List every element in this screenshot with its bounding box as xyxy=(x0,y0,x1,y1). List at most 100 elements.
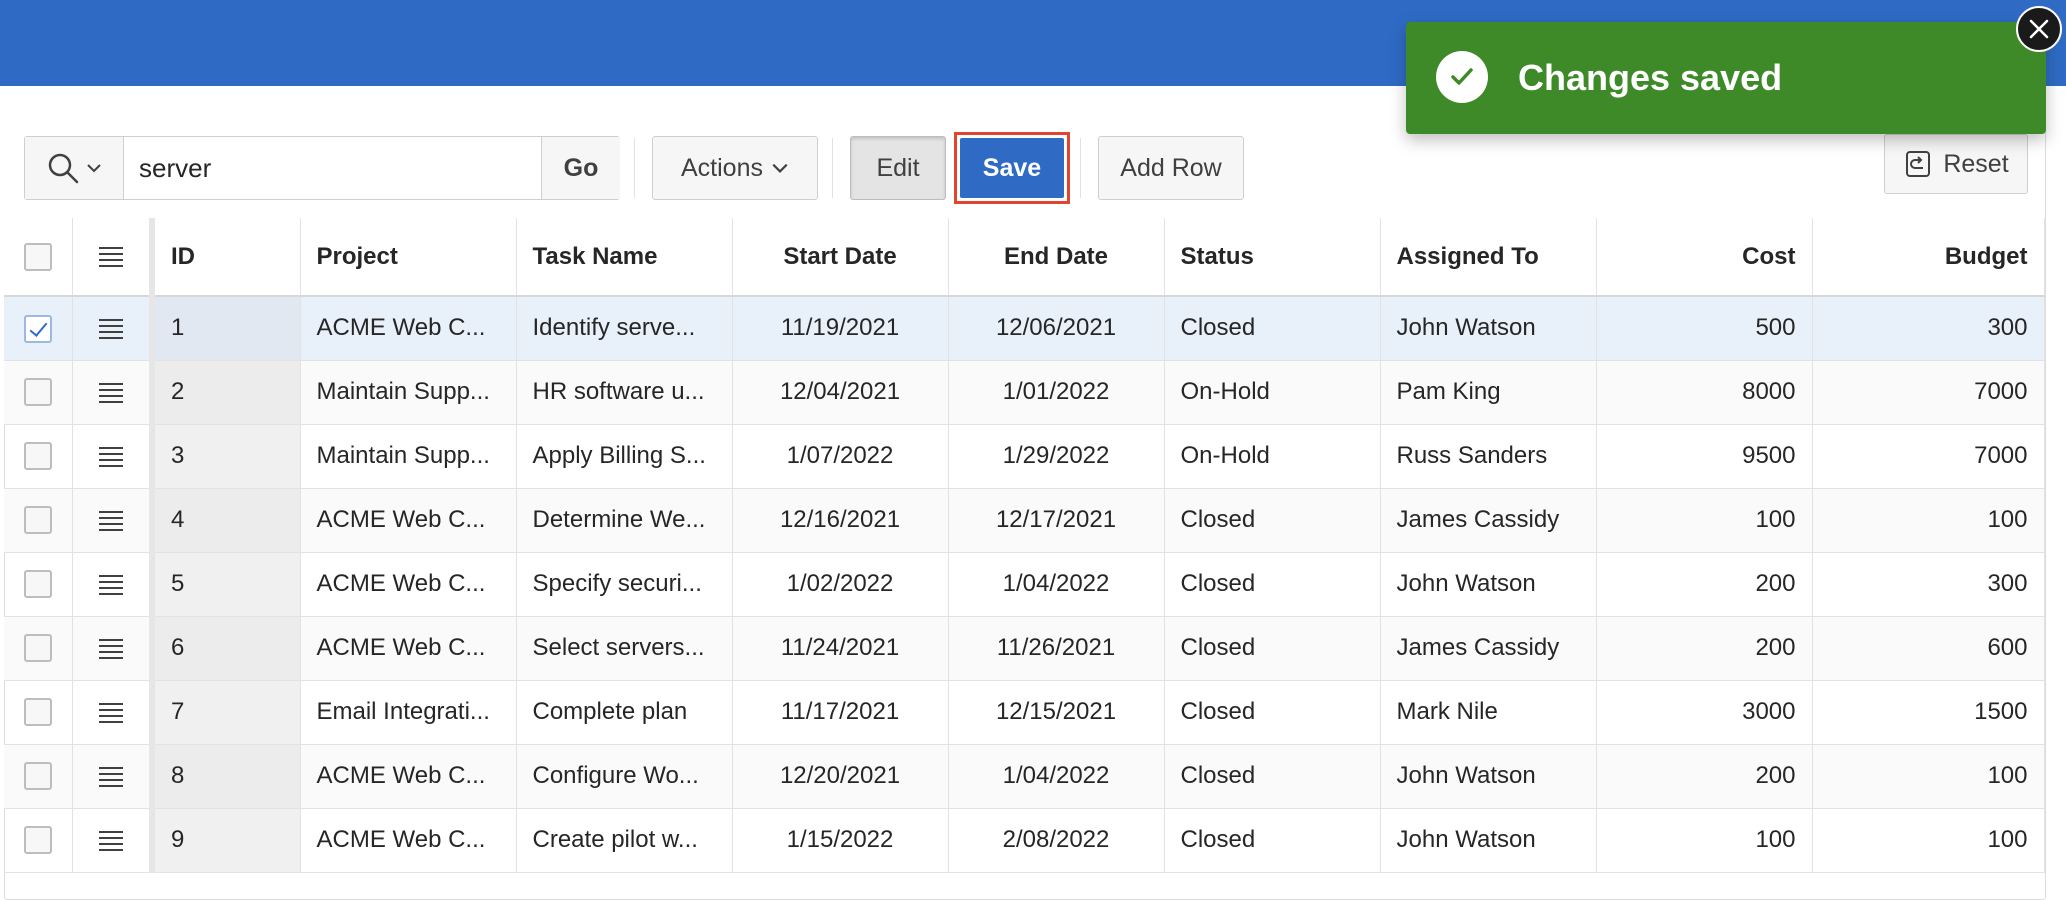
table-row[interactable]: 1 ACME Web C... Identify serve... 11/19/202… xyxy=(4,296,2045,361)
cell-task-name[interactable]: Specify securi... xyxy=(516,552,733,617)
cell-task-name[interactable]: Determine We... xyxy=(516,488,733,553)
cell-assigned-to[interactable]: Russ Sanders xyxy=(1380,424,1597,489)
cell-project[interactable]: ACME Web C... xyxy=(300,296,517,361)
row-checkbox[interactable] xyxy=(23,314,52,343)
cell-assigned-to[interactable]: John Watson xyxy=(1380,552,1597,617)
cell-project[interactable]: Maintain Supp... xyxy=(300,360,517,425)
cell-cost[interactable]: 9500 xyxy=(1596,424,1813,489)
close-icon[interactable] xyxy=(2016,6,2062,52)
row-actions-cell[interactable] xyxy=(72,360,155,425)
row-actions-cell[interactable] xyxy=(72,424,155,489)
cell-task-name[interactable]: Complete plan xyxy=(516,680,733,745)
cell-end-date[interactable]: 1/01/2022 xyxy=(948,360,1165,425)
cell-end-date[interactable]: 11/26/2021 xyxy=(948,616,1165,681)
cell-end-date[interactable]: 2/08/2022 xyxy=(948,808,1165,873)
search-column-button[interactable] xyxy=(25,137,124,199)
row-actions-cell[interactable] xyxy=(72,680,155,745)
cell-status[interactable]: Closed xyxy=(1164,744,1381,809)
cell-budget[interactable]: 7000 xyxy=(1812,360,2045,425)
cell-budget[interactable]: 100 xyxy=(1812,808,2045,873)
column-header-status[interactable]: Status xyxy=(1164,218,1381,297)
cell-task-name[interactable]: HR software u... xyxy=(516,360,733,425)
search-input[interactable] xyxy=(125,137,541,199)
reset-button[interactable]: Reset xyxy=(1884,134,2028,194)
column-header-assigned-to[interactable]: Assigned To xyxy=(1380,218,1597,297)
cell-end-date[interactable]: 1/04/2022 xyxy=(948,552,1165,617)
row-actions-cell[interactable] xyxy=(72,744,155,809)
cell-task-name[interactable]: Configure Wo... xyxy=(516,744,733,809)
table-row[interactable]: 4 ACME Web C... Determine We... 12/16/2021 1… xyxy=(4,488,2045,553)
row-select-cell[interactable] xyxy=(4,488,73,553)
cell-status[interactable]: On-Hold xyxy=(1164,360,1381,425)
cell-end-date[interactable]: 1/29/2022 xyxy=(948,424,1165,489)
cell-start-date[interactable]: 11/17/2021 xyxy=(732,680,949,745)
row-actions-cell[interactable] xyxy=(72,296,155,361)
cell-project[interactable]: Maintain Supp... xyxy=(300,424,517,489)
cell-budget[interactable]: 7000 xyxy=(1812,424,2045,489)
table-row[interactable]: 3 Maintain Supp... Apply Billing S... 1/07/… xyxy=(4,424,2045,489)
cell-assigned-to[interactable]: James Cassidy xyxy=(1380,488,1597,553)
cell-status[interactable]: Closed xyxy=(1164,680,1381,745)
table-row[interactable]: 2 Maintain Supp... HR software u... 12/04/2… xyxy=(4,360,2045,425)
row-actions-cell[interactable] xyxy=(72,808,155,873)
row-actions-cell[interactable] xyxy=(72,616,155,681)
row-checkbox[interactable] xyxy=(23,762,52,791)
actions-menu-button[interactable]: Actions xyxy=(652,136,818,200)
cell-start-date[interactable]: 11/19/2021 xyxy=(732,296,949,361)
cell-assigned-to[interactable]: John Watson xyxy=(1380,808,1597,873)
table-row[interactable]: 6 ACME Web C... Select servers... 11/24/202… xyxy=(4,616,2045,681)
row-checkbox[interactable] xyxy=(23,698,52,727)
cell-cost[interactable]: 100 xyxy=(1596,808,1813,873)
cell-budget[interactable]: 300 xyxy=(1812,552,2045,617)
column-header-budget[interactable]: Budget xyxy=(1812,218,2045,297)
cell-start-date[interactable]: 12/20/2021 xyxy=(732,744,949,809)
cell-task-name[interactable]: Apply Billing S... xyxy=(516,424,733,489)
row-actions-header[interactable] xyxy=(72,218,155,297)
row-select-cell[interactable] xyxy=(4,552,73,617)
row-checkbox[interactable] xyxy=(23,634,52,663)
cell-task-name[interactable]: Select servers... xyxy=(516,616,733,681)
cell-status[interactable]: Closed xyxy=(1164,616,1381,681)
row-checkbox[interactable] xyxy=(23,378,52,407)
cell-assigned-to[interactable]: James Cassidy xyxy=(1380,616,1597,681)
edit-button[interactable]: Edit xyxy=(850,136,946,200)
cell-budget[interactable]: 300 xyxy=(1812,296,2045,361)
cell-id[interactable]: 3 xyxy=(152,424,301,489)
cell-id[interactable]: 8 xyxy=(152,744,301,809)
cell-cost[interactable]: 100 xyxy=(1596,488,1813,553)
row-select-cell[interactable] xyxy=(4,616,73,681)
cell-budget[interactable]: 100 xyxy=(1812,488,2045,553)
add-row-button[interactable]: Add Row xyxy=(1098,136,1244,200)
cell-project[interactable]: ACME Web C... xyxy=(300,552,517,617)
cell-budget[interactable]: 600 xyxy=(1812,616,2045,681)
cell-id[interactable]: 6 xyxy=(152,616,301,681)
table-row[interactable]: 9 ACME Web C... Create pilot w... 1/15/2022… xyxy=(4,808,2045,873)
cell-status[interactable]: Closed xyxy=(1164,488,1381,553)
cell-id[interactable]: 1 xyxy=(152,296,301,361)
row-checkbox[interactable] xyxy=(23,570,52,599)
column-header-start-date[interactable]: Start Date xyxy=(732,218,949,297)
cell-status[interactable]: Closed xyxy=(1164,296,1381,361)
column-header-id[interactable]: ID xyxy=(152,218,301,297)
row-select-cell[interactable] xyxy=(4,360,73,425)
cell-cost[interactable]: 500 xyxy=(1596,296,1813,361)
cell-project[interactable]: ACME Web C... xyxy=(300,616,517,681)
cell-project[interactable]: ACME Web C... xyxy=(300,808,517,873)
row-actions-cell[interactable] xyxy=(72,552,155,617)
cell-end-date[interactable]: 1/04/2022 xyxy=(948,744,1165,809)
cell-assigned-to[interactable]: Mark Nile xyxy=(1380,680,1597,745)
cell-assigned-to[interactable]: John Watson xyxy=(1380,296,1597,361)
cell-start-date[interactable]: 1/07/2022 xyxy=(732,424,949,489)
cell-assigned-to[interactable]: John Watson xyxy=(1380,744,1597,809)
row-checkbox[interactable] xyxy=(23,826,52,855)
cell-start-date[interactable]: 12/04/2021 xyxy=(732,360,949,425)
table-row[interactable]: 7 Email Integrati... Complete plan 11/17/20… xyxy=(4,680,2045,745)
row-select-cell[interactable] xyxy=(4,808,73,873)
cell-start-date[interactable]: 11/24/2021 xyxy=(732,616,949,681)
cell-status[interactable]: On-Hold xyxy=(1164,424,1381,489)
cell-end-date[interactable]: 12/17/2021 xyxy=(948,488,1165,553)
cell-end-date[interactable]: 12/15/2021 xyxy=(948,680,1165,745)
cell-project[interactable]: Email Integrati... xyxy=(300,680,517,745)
cell-project[interactable]: ACME Web C... xyxy=(300,744,517,809)
cell-task-name[interactable]: Create pilot w... xyxy=(516,808,733,873)
